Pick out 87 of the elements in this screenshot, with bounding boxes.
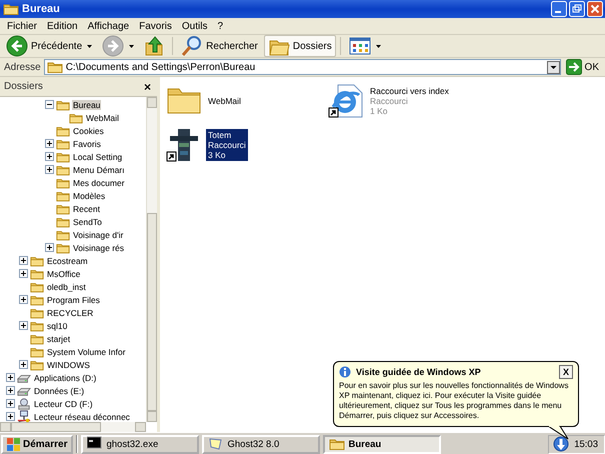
window-title: Bureau bbox=[22, 3, 61, 15]
menu-item[interactable]: Edition bbox=[42, 20, 83, 32]
close-button[interactable]: X bbox=[559, 365, 573, 379]
tree-item[interactable]: Lecteur réseau déconnec bbox=[33, 412, 131, 422]
file-label[interactable]: WebMail bbox=[206, 95, 243, 107]
taskbar-button[interactable]: ghost32.exe bbox=[81, 434, 200, 454]
vertical-scrollbar[interactable] bbox=[146, 97, 157, 422]
expand-icon[interactable] bbox=[19, 321, 28, 330]
folders-button[interactable]: Dossiers bbox=[264, 35, 336, 57]
caret-icon bbox=[129, 44, 134, 48]
expand-icon[interactable] bbox=[6, 373, 15, 382]
tree-item[interactable]: MsOffice bbox=[46, 268, 82, 278]
expand-icon[interactable] bbox=[19, 256, 28, 265]
caret-icon bbox=[87, 44, 92, 48]
cd-drive-icon bbox=[17, 396, 31, 410]
tree-item[interactable]: System Volume Infor bbox=[46, 346, 126, 356]
expand-icon[interactable] bbox=[19, 360, 28, 369]
horizontal-scrollbar[interactable] bbox=[0, 422, 146, 432]
notification-balloon[interactable] bbox=[333, 361, 579, 427]
back-button[interactable]: Précédente bbox=[2, 35, 96, 57]
info-icon bbox=[339, 366, 351, 378]
tree-item[interactable]: Données (E:) bbox=[33, 386, 86, 396]
close-button[interactable] bbox=[587, 1, 603, 17]
dropdown-button[interactable] bbox=[546, 60, 560, 74]
tree-item[interactable]: RECYCLER bbox=[46, 308, 94, 318]
collapse-icon[interactable] bbox=[45, 100, 54, 109]
tree-item[interactable]: starjet bbox=[46, 334, 72, 344]
expand-icon[interactable] bbox=[19, 269, 28, 278]
expand-icon[interactable] bbox=[6, 386, 15, 395]
go-button[interactable]: OK bbox=[564, 58, 603, 76]
expand-icon[interactable] bbox=[45, 243, 54, 252]
balloon-tail bbox=[548, 426, 570, 440]
caret-icon bbox=[376, 44, 381, 48]
close-button[interactable]: × bbox=[142, 80, 153, 92]
menu-item[interactable]: Favoris bbox=[134, 20, 177, 32]
tree-item[interactable]: Local Setting bbox=[72, 152, 124, 162]
folder-arrow-icon bbox=[144, 35, 164, 57]
expand-icon[interactable] bbox=[6, 399, 15, 408]
menu-item[interactable]: Fichier bbox=[2, 20, 42, 32]
tree-item[interactable]: Menu Démarı bbox=[72, 164, 126, 174]
pane-title: Dossiers bbox=[4, 81, 43, 92]
file-label[interactable]: Raccourci vers index Raccourci 1 Ko bbox=[368, 85, 451, 117]
expand-icon[interactable] bbox=[19, 295, 28, 304]
ghost-icon bbox=[208, 436, 224, 452]
expand-icon[interactable] bbox=[45, 139, 54, 148]
views-icon bbox=[348, 37, 371, 55]
expand-icon[interactable] bbox=[45, 152, 54, 161]
address-field[interactable]: C:\Documents and Settings\Perron\Bureau bbox=[44, 59, 561, 75]
tree-item[interactable]: Bureau bbox=[72, 100, 102, 110]
search-icon bbox=[181, 35, 204, 57]
balloon-title: Visite guidée de Windows XP bbox=[356, 367, 482, 377]
arrow-icon bbox=[566, 59, 582, 75]
tree-item[interactable]: Lecteur CD (F:) bbox=[33, 398, 94, 408]
tree-item[interactable]: WINDOWS bbox=[46, 360, 91, 370]
menu-item[interactable]: ? bbox=[212, 20, 228, 32]
start-button[interactable]: Démarrer bbox=[1, 434, 74, 454]
tree-item[interactable]: Cookies bbox=[72, 126, 105, 136]
expand-icon[interactable] bbox=[6, 412, 15, 421]
tree-item[interactable]: Program Files bbox=[46, 294, 101, 304]
network-drive-icon bbox=[17, 410, 31, 422]
file-label[interactable]: Totem Raccourci 3 Ko bbox=[206, 129, 248, 161]
address-label: Adresse bbox=[4, 62, 41, 72]
menu-item[interactable]: Affichage bbox=[82, 20, 134, 32]
tree-item[interactable]: Mes documer bbox=[72, 178, 126, 188]
tree-item[interactable]: sql10 bbox=[46, 320, 68, 330]
tree-item[interactable]: Applications (D:) bbox=[33, 372, 98, 382]
tour-icon[interactable] bbox=[553, 436, 570, 452]
tree-item[interactable]: Ecostream bbox=[46, 256, 89, 266]
menu-item[interactable]: Outils bbox=[176, 20, 212, 32]
taskbar-button[interactable]: Ghost32 8.0 bbox=[202, 434, 320, 454]
tree-item[interactable]: Favoris bbox=[72, 138, 102, 148]
tree-item[interactable]: WebMail bbox=[85, 112, 120, 122]
balloon-text: Pour en savoir plus sur les nouvelles fonctionnalités de Windows XP maintenant, cliquez ici. Pour exécuter la Visite guidée ultérieurement, cliquez sur Tous les programmes dans le menu Démarrer, puis cliquez sur Accessoires. bbox=[339, 381, 570, 421]
clock: 15:03 bbox=[574, 438, 598, 450]
taskbar-button[interactable]: Bureau bbox=[323, 434, 442, 454]
tree-item[interactable]: Voisinage d'ir bbox=[72, 230, 124, 240]
minimize-button[interactable] bbox=[551, 1, 567, 17]
windows-logo-icon bbox=[7, 438, 20, 450]
expand-icon[interactable] bbox=[45, 165, 54, 174]
search-button[interactable]: Rechercher bbox=[177, 35, 262, 57]
browser-shortcut-icon[interactable] bbox=[328, 83, 364, 119]
tree-item[interactable]: Modèles bbox=[72, 190, 106, 200]
restore-button[interactable] bbox=[569, 1, 585, 17]
tree-item[interactable]: Recent bbox=[72, 204, 101, 214]
tree-item[interactable]: oledb_inst bbox=[46, 282, 87, 292]
tree-item[interactable]: Voisinage rés bbox=[72, 242, 126, 252]
tree-item[interactable]: SendTo bbox=[72, 216, 103, 226]
